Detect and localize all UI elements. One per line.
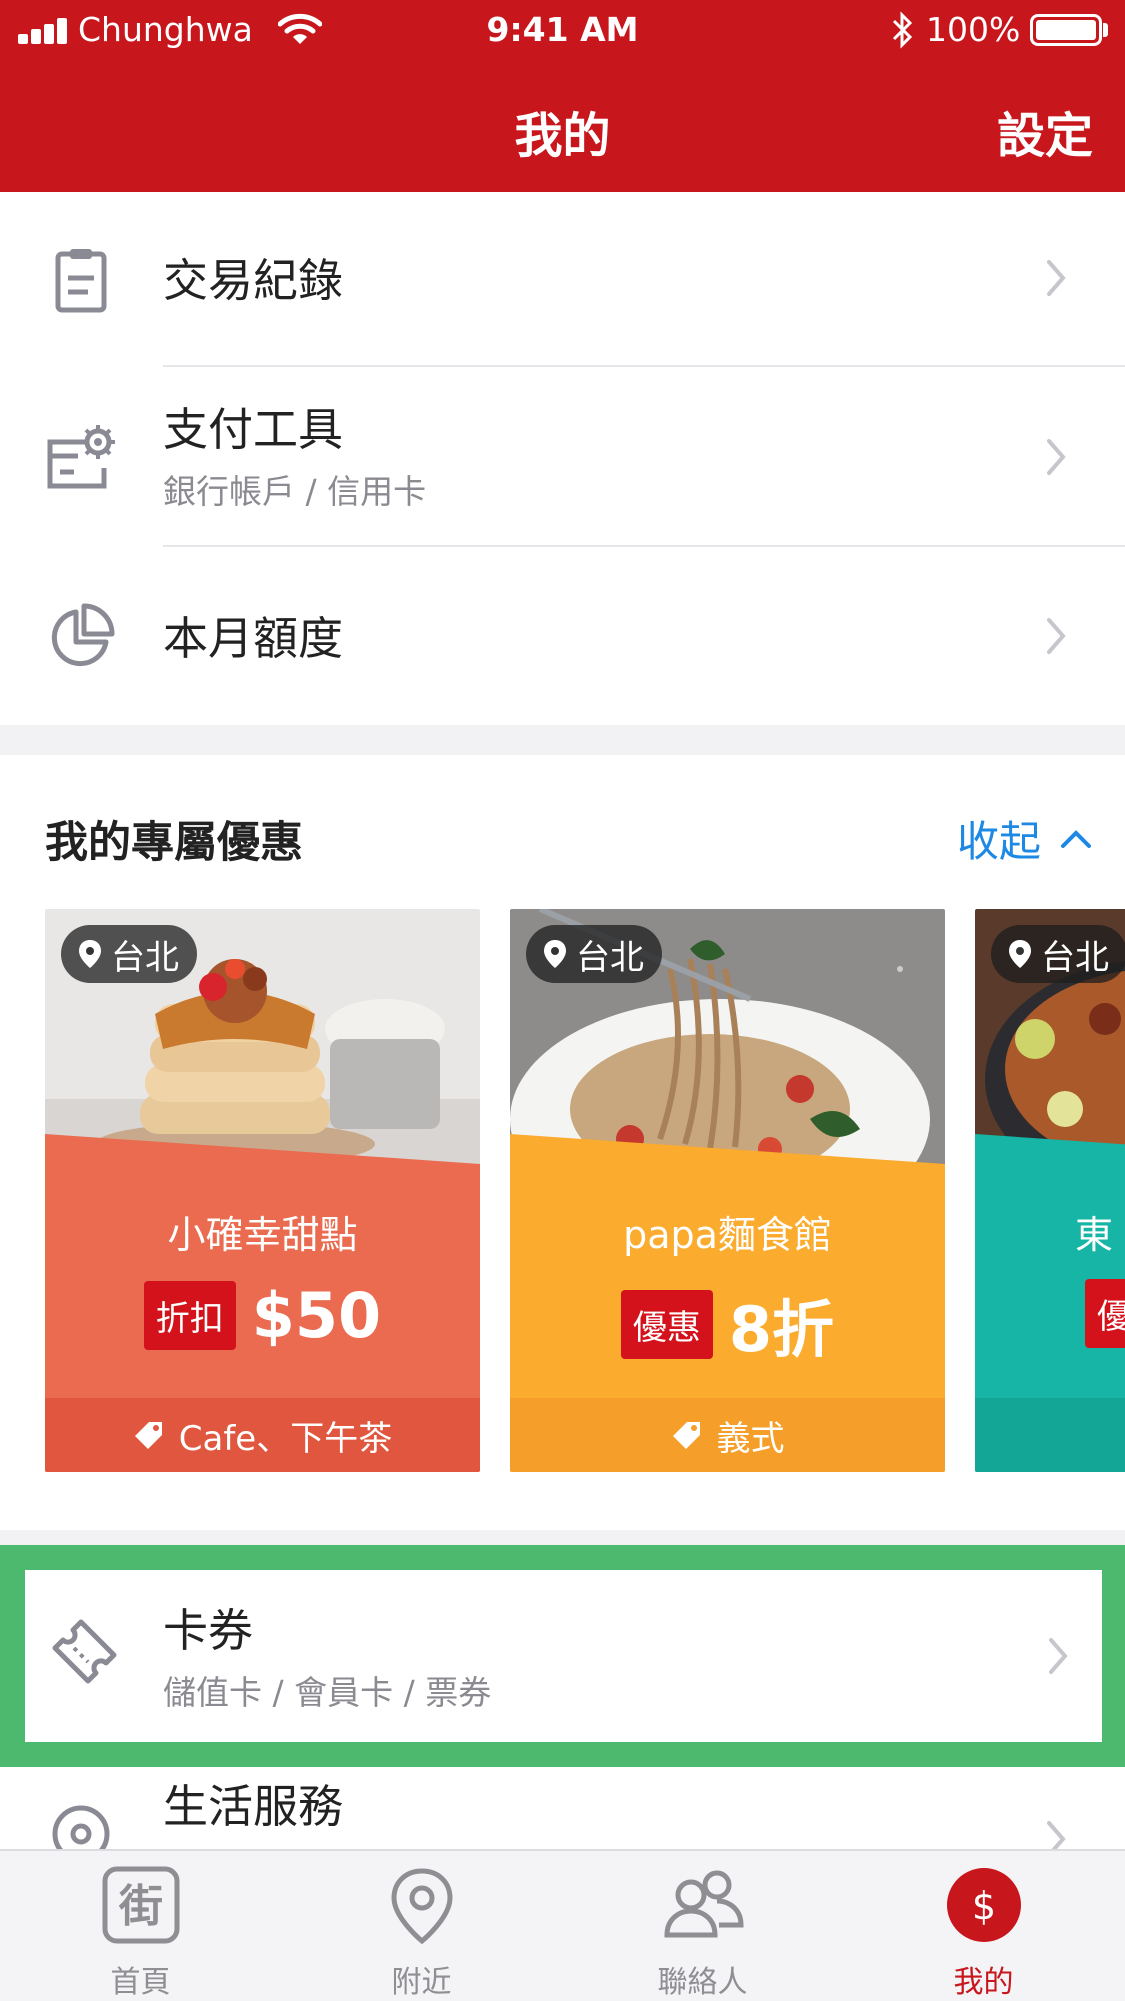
tag-icon	[672, 1422, 700, 1449]
shop-name: 小確幸甜點	[167, 1213, 358, 1257]
transactions-label: 交易紀錄	[163, 254, 344, 307]
deal-badge: 優	[1085, 1279, 1125, 1348]
payment-tools-subtitle: 銀行帳戶 / 信用卡	[163, 472, 427, 511]
section-title: 我的專屬優惠	[45, 818, 303, 868]
clipboard-icon	[55, 249, 107, 313]
vouchers-label: 卡券	[163, 1604, 254, 1657]
location-label: 台北	[576, 937, 644, 978]
chevron-right-icon	[1047, 439, 1066, 475]
location-label: 台北	[1041, 937, 1109, 978]
deal-row: 優惠 8折	[510, 1279, 945, 1369]
life-services-label: 生活服務	[163, 1780, 344, 1833]
settings-button[interactable]: 設定	[997, 96, 1093, 166]
category-tag: 義式	[510, 1398, 945, 1472]
svg-text:街: 街	[118, 1881, 163, 1932]
payment-tools-row[interactable]: 支付工具 銀行帳戶 / 信用卡	[0, 367, 1125, 547]
vouchers-subtitle: 儲值卡 / 會員卡 / 票券	[163, 1673, 492, 1712]
deal-row: 折扣 $50	[45, 1279, 480, 1352]
payment-settings-icon	[47, 425, 115, 489]
vouchers-highlight: 卡券 儲值卡 / 會員卡 / 票券	[0, 1545, 1125, 1767]
top-bar: Chunghwa 9:41 AM 100% 我的 設定	[0, 0, 1125, 192]
category-label: 義式	[716, 1418, 785, 1459]
location-label: 台北	[111, 937, 179, 978]
street-icon: 街	[102, 1866, 179, 1944]
offer-card[interactable]: 台北 小確幸甜點 折扣 $50 Cafe、下午茶	[45, 909, 480, 1472]
tab-label: 首頁	[110, 1965, 171, 2000]
location-pin-icon	[390, 1868, 453, 1945]
location-badge: 台北	[61, 925, 197, 983]
deal-value: $50	[251, 1279, 382, 1352]
tab-label: 附近	[391, 1965, 452, 2000]
battery-icon	[1030, 14, 1102, 46]
tab-home[interactable]: 街 首頁	[0, 1851, 281, 2001]
collapse-label: 收起	[956, 817, 1041, 866]
battery-percent: 100%	[926, 10, 1021, 49]
tag-icon	[134, 1422, 162, 1449]
transactions-row[interactable]: 交易紀錄	[0, 192, 1125, 365]
chevron-right-icon	[1047, 260, 1066, 296]
payment-tools-label: 支付工具	[163, 403, 344, 456]
ticket-icon	[52, 1619, 117, 1684]
chevron-right-icon	[1049, 1638, 1068, 1674]
contacts-icon	[663, 1870, 744, 1938]
vouchers-row[interactable]: 卡券 儲值卡 / 會員卡 / 票券	[25, 1570, 1102, 1742]
deal-badge: 折扣	[143, 1281, 236, 1350]
tab-mine[interactable]: $ 我的	[843, 1851, 1124, 2001]
location-pin-icon	[1009, 940, 1031, 968]
shop-name: 東	[1075, 1213, 1114, 1257]
account-menu: 交易紀錄 支付工具 銀行帳戶 / 信用卡 本月額度	[0, 192, 1125, 725]
collapse-button[interactable]: 收起	[957, 808, 1093, 869]
shop-name: papa麵食館	[623, 1213, 832, 1257]
monthly-quota-label: 本月額度	[163, 612, 344, 665]
tab-contacts[interactable]: 聯絡人	[562, 1851, 843, 2001]
tab-label: 我的	[953, 1965, 1014, 2000]
pie-chart-icon	[51, 603, 115, 667]
exclusive-offers-section: 我的專屬優惠 收起 台北 小確幸甜點 折扣 $50 Cafe、下午茶 台北 pa…	[0, 755, 1125, 1530]
deal-value: 8折	[728, 1293, 835, 1366]
dollar-icon: $	[946, 1868, 1021, 1942]
tab-label: 聯絡人	[657, 1965, 748, 2000]
monthly-quota-row[interactable]: 本月額度	[0, 547, 1125, 725]
offer-card[interactable]: 台北 papa麵食館 優惠 8折 義式	[510, 909, 945, 1472]
category-tag: Cafe、下午茶	[45, 1398, 480, 1472]
tab-bar: 街 首頁 附近 聯絡人 $ 我的	[0, 1849, 1125, 2001]
chevron-right-icon	[1047, 618, 1066, 654]
location-pin-icon	[544, 940, 566, 968]
category-tag	[975, 1398, 1125, 1472]
tab-nearby[interactable]: 附近	[281, 1851, 562, 2001]
status-bar: Chunghwa 9:41 AM 100%	[0, 0, 1125, 62]
location-pin-icon	[79, 940, 101, 968]
page-title: 我的	[514, 108, 611, 164]
deal-row: 優	[975, 1279, 1125, 1348]
category-label: Cafe、下午茶	[178, 1418, 393, 1459]
svg-text:$: $	[971, 1884, 995, 1928]
location-badge: 台北	[991, 925, 1125, 983]
battery-tip	[1103, 23, 1108, 37]
deal-badge: 優惠	[620, 1289, 713, 1359]
location-badge: 台北	[526, 925, 662, 983]
offer-card[interactable]: 台北 東 優	[975, 909, 1125, 1472]
bluetooth-icon	[892, 11, 913, 49]
chevron-up-icon	[1061, 829, 1091, 848]
